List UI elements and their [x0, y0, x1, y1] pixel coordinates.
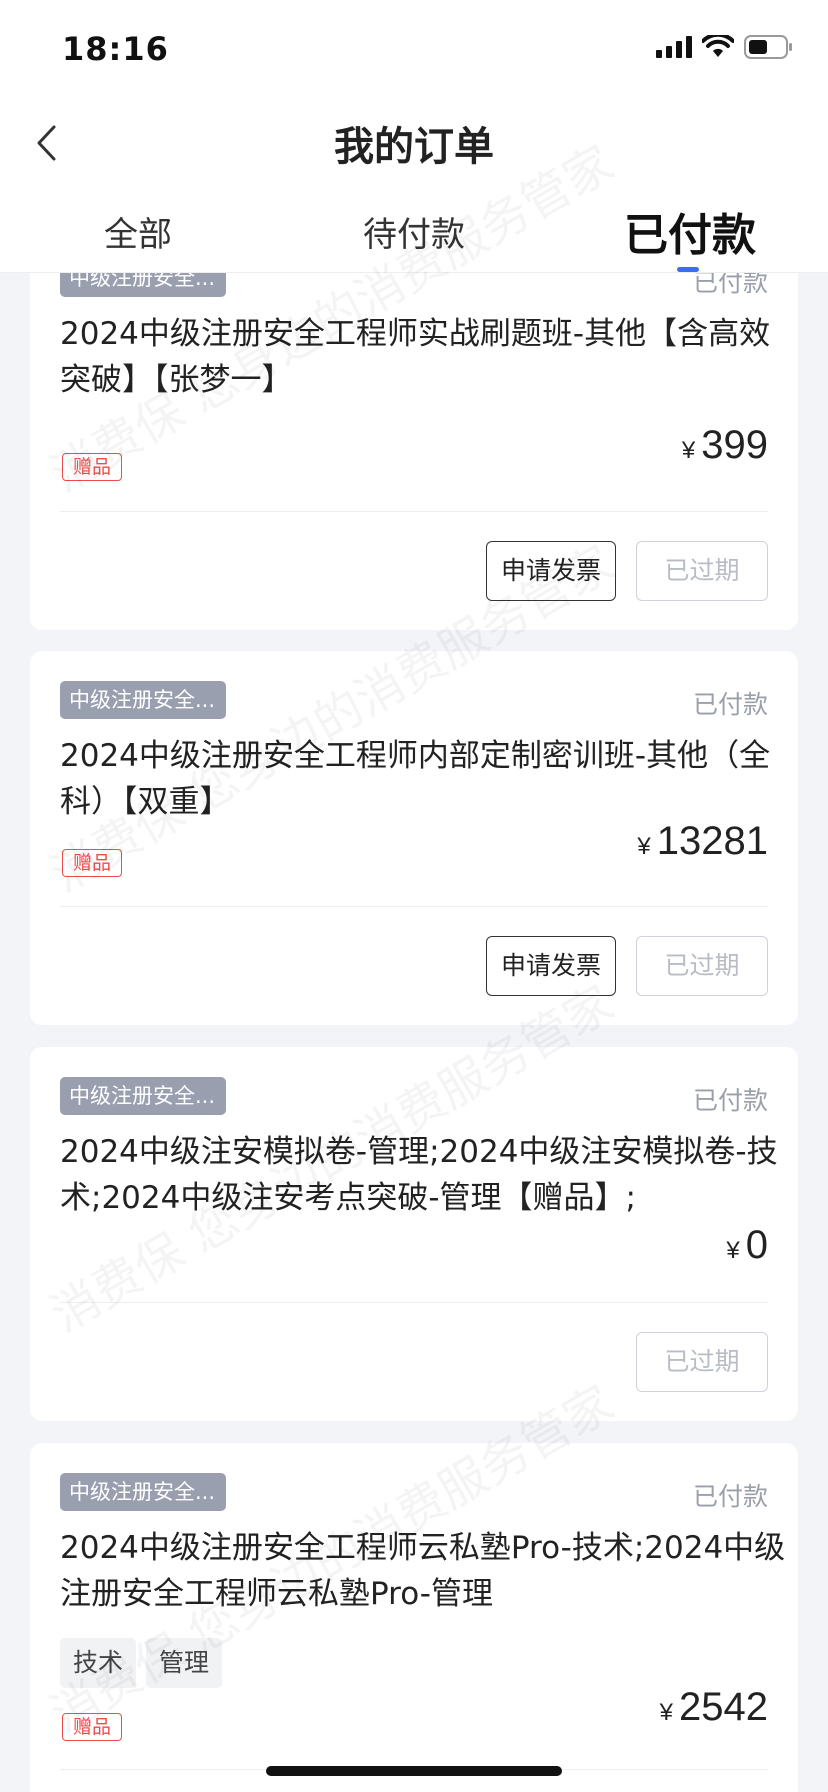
status-time: 18:16: [62, 30, 169, 68]
order-status: 已付款: [692, 1482, 768, 1511]
currency-symbol: ¥: [637, 833, 651, 860]
category-badge: 中级注册安全...: [60, 681, 226, 719]
expired-button[interactable]: 已过期: [636, 1332, 768, 1392]
expired-button[interactable]: 已过期: [636, 541, 768, 601]
order-title: 2024中级注册安全工程师实战刷题班-其他【含高效突破】【张梦一】: [60, 316, 771, 398]
category-badge: 中级注册安全...: [60, 1077, 226, 1115]
price-value: 399: [701, 423, 768, 467]
order-list[interactable]: 中级注册安全... 已付款 2024中级注册安全工程师实战刷题班-其他【含高效突…: [0, 273, 828, 1792]
currency-symbol: ¥: [659, 1699, 674, 1726]
gift-tag: 赠品: [62, 849, 122, 877]
price-value: 2542: [679, 1685, 768, 1729]
price-value: 0: [745, 1223, 768, 1267]
cellular-signal-icon: [656, 36, 692, 58]
order-card[interactable]: 中级注册安全... 已付款 2024中级注册安全工程师内部定制密训班-其他（全科…: [30, 651, 798, 1025]
order-title: 2024中级注安模拟卷-管理;2024中级注安模拟卷-技术;2024中级注安考点…: [60, 1134, 778, 1216]
order-title: 2024中级注册安全工程师云私塾Pro-技术;2024中级注册安全工程师云私塾P…: [60, 1530, 786, 1612]
order-price: ¥13281: [637, 819, 768, 864]
price-value: 13281: [656, 819, 768, 863]
tab-all[interactable]: 全部: [38, 207, 238, 256]
active-tab-indicator: [677, 267, 699, 272]
order-price: ¥399: [682, 423, 768, 468]
order-price: ¥0: [726, 1223, 768, 1268]
order-title: 2024中级注册安全工程师内部定制密训班-其他（全科）【双重】: [60, 738, 771, 820]
nav-bar: 我的订单: [0, 100, 828, 190]
status-bar: 18:16: [0, 0, 828, 100]
gift-tag: 赠品: [62, 1713, 122, 1741]
divider: [60, 511, 768, 512]
apply-invoice-button[interactable]: 申请发票: [486, 936, 616, 996]
status-icons: [656, 34, 794, 60]
wifi-icon: [702, 35, 734, 57]
tag-management: 管理: [146, 1638, 223, 1688]
tab-bar: 全部 待付款 已付款: [0, 195, 828, 273]
divider: [60, 1302, 768, 1303]
currency-symbol: ¥: [726, 1237, 740, 1264]
order-status: 已付款: [692, 690, 768, 719]
header: 18:16 我的订单 全部 待付款 已付款: [0, 0, 828, 273]
order-card[interactable]: 中级注册安全... 已付款 2024中级注安模拟卷-管理;2024中级注安模拟卷…: [30, 1047, 798, 1421]
tag-row: 技术 管理: [60, 1638, 223, 1688]
category-badge: 中级注册安全...: [60, 1473, 226, 1511]
order-status: 已付款: [692, 1086, 768, 1115]
page-title: 我的订单: [334, 124, 494, 170]
battery-icon: [744, 35, 792, 59]
home-indicator: [266, 1766, 562, 1776]
divider: [60, 906, 768, 907]
gift-tag: 赠品: [62, 453, 122, 481]
category-badge: 中级注册安全...: [60, 273, 226, 297]
tag-tech: 技术: [60, 1638, 137, 1688]
tab-pending-payment[interactable]: 待付款: [314, 207, 514, 256]
tab-paid[interactable]: 已付款: [590, 199, 790, 263]
order-card[interactable]: 中级注册安全... 已付款 2024中级注册安全工程师实战刷题班-其他【含高效突…: [30, 273, 798, 630]
order-price: ¥2542: [660, 1685, 768, 1730]
order-card[interactable]: 中级注册安全... 已付款 2024中级注册安全工程师云私塾Pro-技术;202…: [30, 1443, 798, 1792]
expired-button[interactable]: 已过期: [636, 936, 768, 996]
currency-symbol: ¥: [681, 437, 696, 464]
apply-invoice-button[interactable]: 申请发票: [486, 541, 616, 601]
order-status: 已付款: [692, 273, 768, 297]
